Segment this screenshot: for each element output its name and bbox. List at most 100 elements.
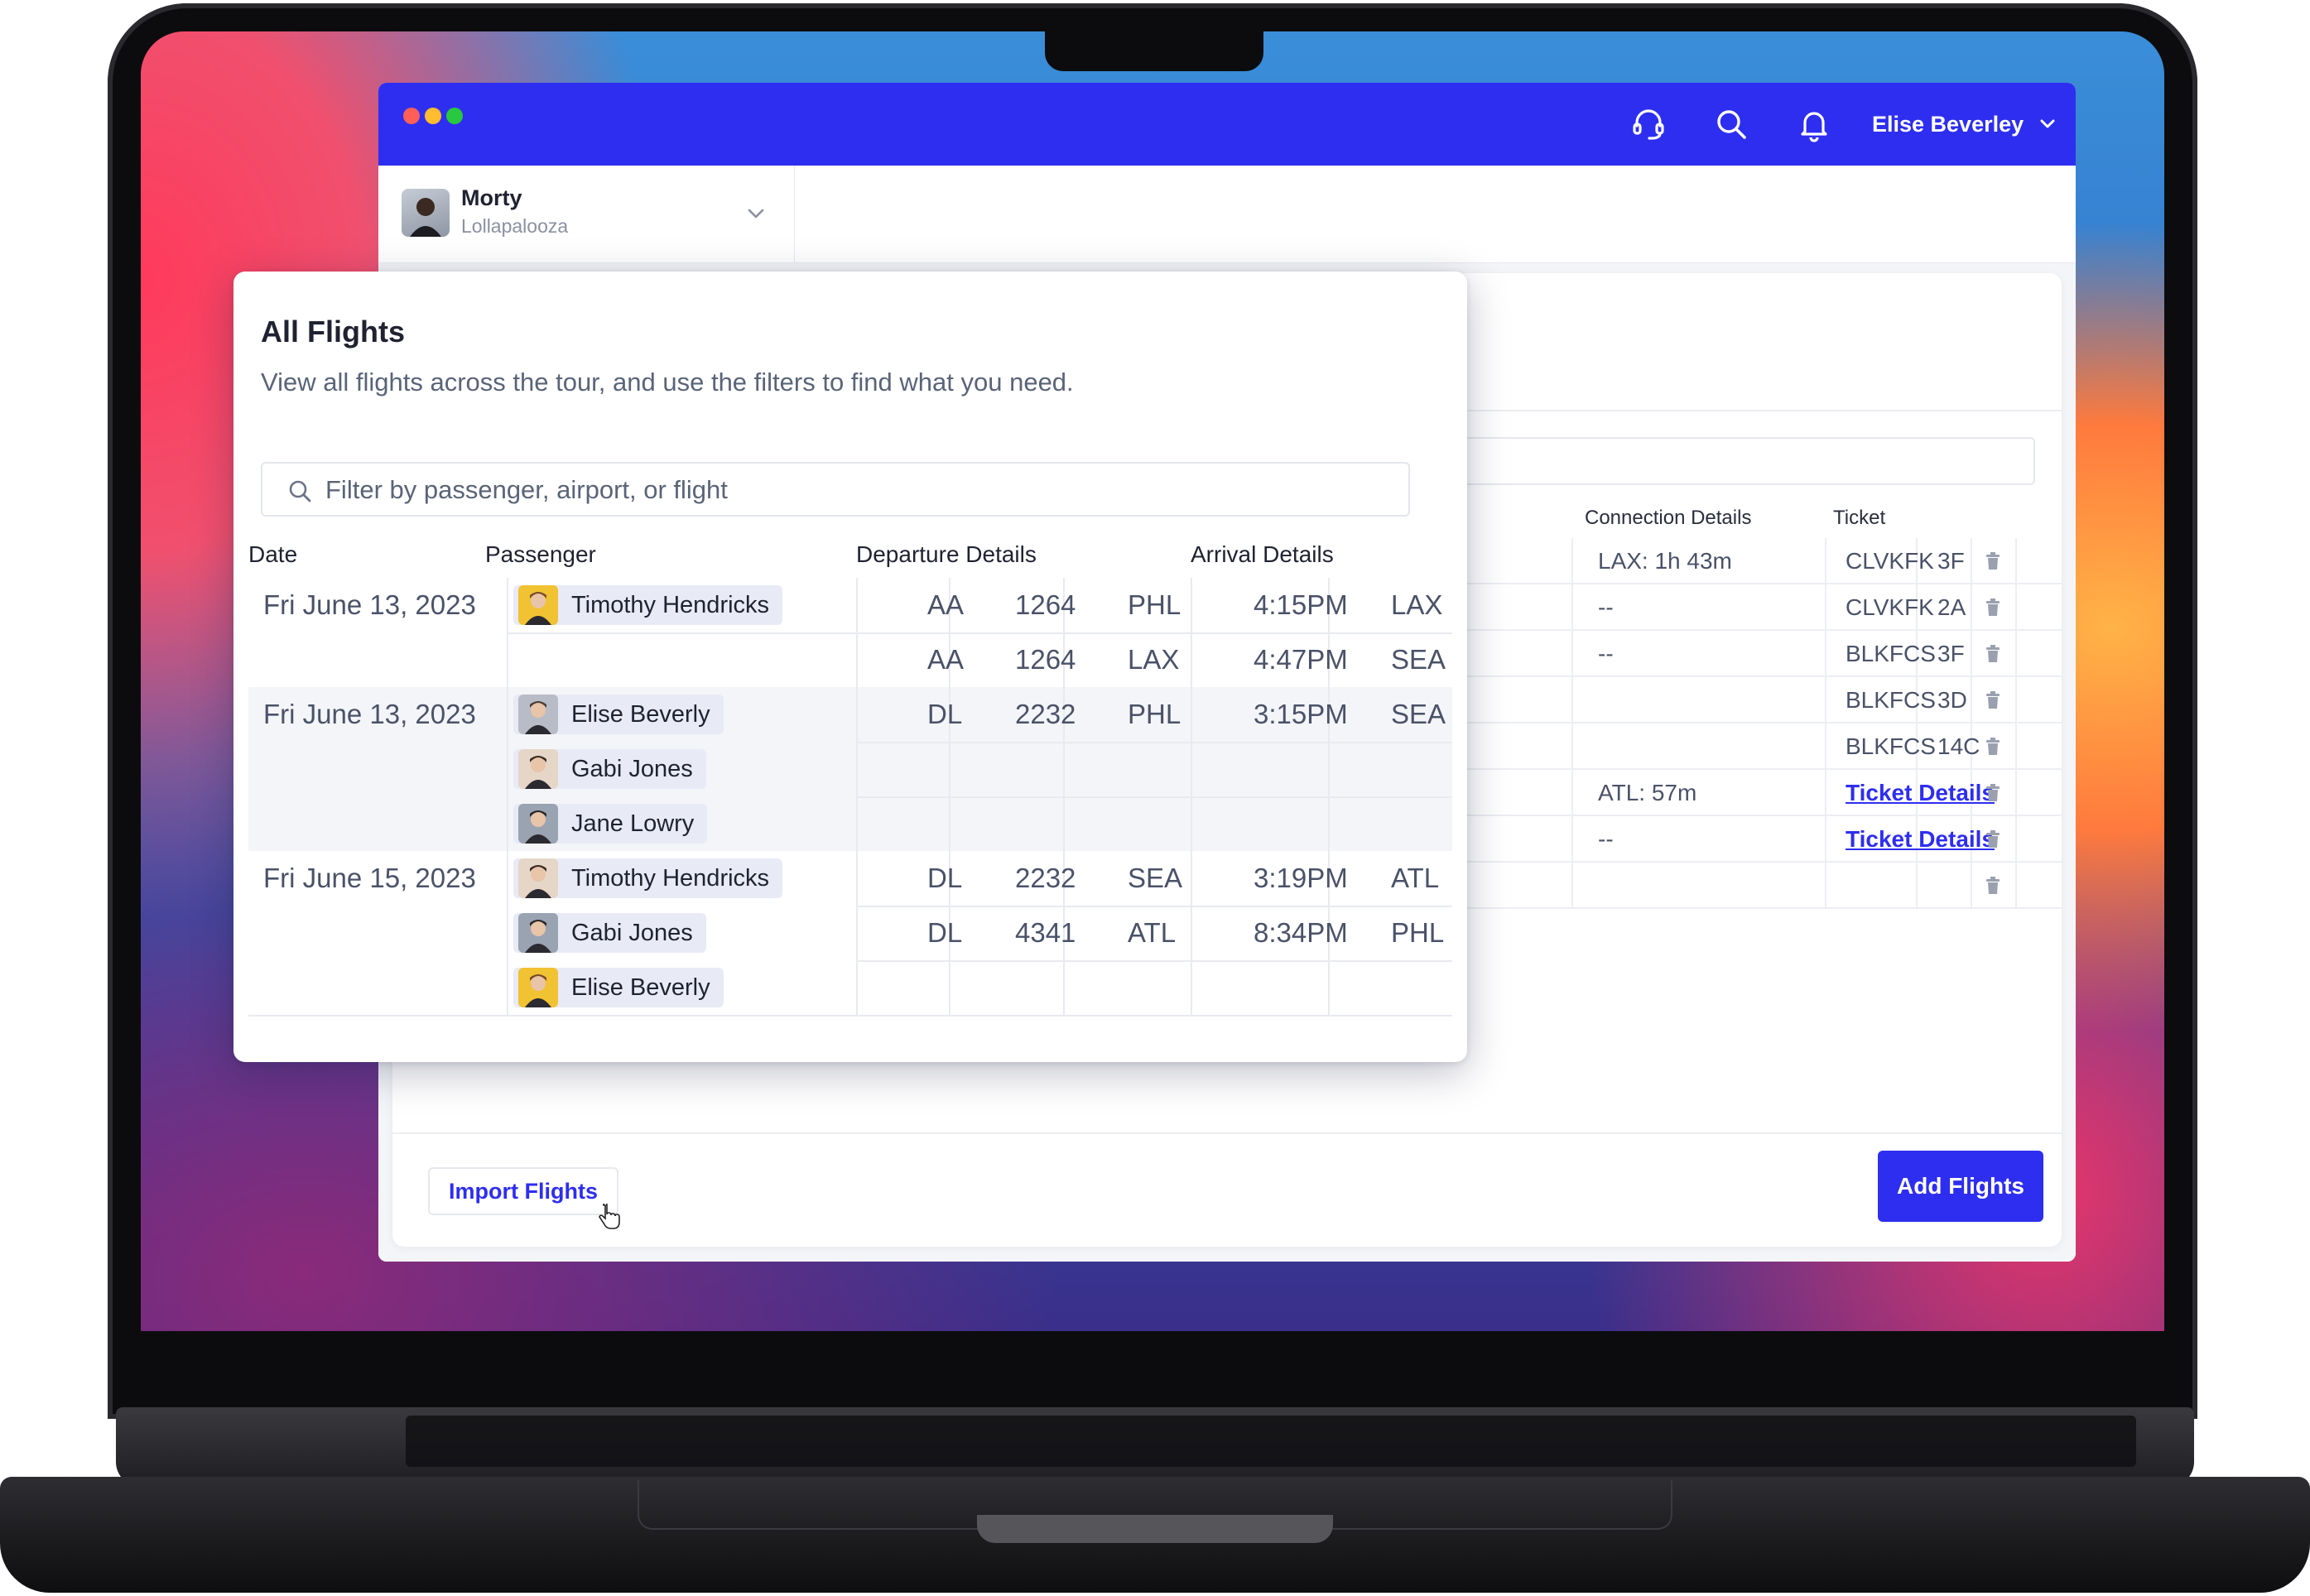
passenger-chip[interactable]: Gabi Jones	[513, 749, 706, 789]
tour-selector[interactable]: Morty Lollapalooza	[378, 166, 795, 263]
flight-number: 2232	[1015, 699, 1076, 729]
column-divider	[1825, 863, 1826, 909]
column-divider	[1191, 578, 1192, 687]
departure-airport: LAX	[1128, 644, 1180, 675]
arrival-time: 4:47PM	[1254, 644, 1348, 675]
column-divider	[1191, 687, 1192, 851]
column-divider	[1571, 863, 1573, 909]
support-headset-icon[interactable]	[1629, 104, 1668, 144]
passenger-chip[interactable]: Elise Beverly	[513, 695, 724, 734]
seat-number: 3F	[1937, 548, 1965, 574]
arrival-airport: SEA	[1391, 644, 1446, 675]
column-divider	[2015, 816, 2017, 863]
column-divider	[1571, 631, 1573, 677]
airline-code: DL	[927, 917, 963, 948]
passenger-name: Timothy Hendricks	[571, 591, 770, 618]
window-minimize-button[interactable]	[425, 108, 441, 124]
seat-number: 3F	[1937, 641, 1965, 666]
tour-bar: Morty Lollapalooza	[378, 166, 2076, 263]
column-header-passenger: Passenger	[485, 541, 596, 567]
trash-icon[interactable]	[1984, 783, 2002, 803]
column-divider	[1571, 538, 1573, 584]
column-divider	[1971, 677, 1972, 723]
column-divider	[856, 687, 858, 851]
trash-icon[interactable]	[1984, 551, 2002, 571]
window-close-button[interactable]	[403, 108, 420, 124]
trash-icon[interactable]	[1984, 737, 2002, 757]
connection-details: --	[1598, 594, 1614, 620]
avatar	[518, 695, 558, 734]
column-divider	[2015, 584, 2017, 631]
column-divider	[1971, 538, 1972, 584]
seat-number: 14C	[1937, 733, 1980, 759]
passenger-chip[interactable]: Timothy Hendricks	[513, 585, 783, 625]
trash-icon[interactable]	[1984, 598, 2002, 618]
connection-details: --	[1598, 826, 1614, 852]
arrival-time: 3:15PM	[1254, 699, 1348, 729]
avatar	[518, 858, 558, 898]
row-divider	[856, 960, 1452, 962]
column-divider	[1825, 723, 1826, 770]
airline-code: DL	[927, 699, 963, 729]
passenger-chip[interactable]: Jane Lowry	[513, 804, 708, 844]
notification-bell-icon[interactable]	[1794, 104, 1834, 144]
column-divider	[2015, 770, 2017, 816]
chevron-down-icon	[748, 209, 764, 219]
all-flights-table: Date Passenger Departure Details Arrival…	[248, 272, 1467, 1062]
column-divider	[1191, 851, 1192, 1015]
avatar	[518, 968, 558, 1007]
keyboard	[406, 1416, 2136, 1467]
column-divider	[1571, 770, 1573, 816]
passenger-chip[interactable]: Gabi Jones	[513, 913, 706, 953]
arrival-airport: ATL	[1391, 863, 1440, 893]
avatar	[518, 913, 558, 953]
departure-airport: PHL	[1128, 699, 1181, 729]
arrival-airport: LAX	[1391, 589, 1443, 620]
chevron-down-icon	[2040, 119, 2055, 128]
column-header-date: Date	[248, 541, 298, 567]
passenger-chip[interactable]: Elise Beverly	[513, 968, 724, 1007]
trash-icon[interactable]	[1984, 829, 2002, 849]
airline-code: AA	[927, 589, 965, 620]
column-divider	[1971, 863, 1972, 909]
column-header-ticket: Ticket	[1833, 507, 1886, 529]
column-divider	[856, 578, 858, 687]
camera-notch	[1045, 31, 1263, 71]
passenger-chip[interactable]: Timothy Hendricks	[513, 858, 783, 898]
trash-icon[interactable]	[1984, 690, 2002, 710]
add-flights-button[interactable]: Add Flights	[1878, 1151, 2043, 1222]
column-divider	[2015, 677, 2017, 723]
ticket-details-link[interactable]: Ticket Details	[1846, 816, 1995, 863]
search-icon[interactable]	[1711, 104, 1751, 144]
departure-airport: PHL	[1128, 589, 1181, 620]
row-divider	[856, 796, 1452, 798]
column-divider	[1571, 584, 1573, 631]
flight-number: 1264	[1015, 644, 1076, 675]
trash-icon[interactable]	[1984, 876, 2002, 896]
column-divider	[507, 687, 508, 851]
window-zoom-button[interactable]	[446, 108, 463, 124]
seat-number: 3D	[1937, 687, 1967, 713]
connection-details: ATL: 57m	[1598, 780, 1697, 805]
flight-number: 4341	[1015, 917, 1076, 948]
column-divider	[2015, 538, 2017, 584]
arrival-airport: SEA	[1391, 699, 1446, 729]
row-divider	[856, 742, 1452, 743]
column-header-connection: Connection Details	[1585, 507, 1752, 529]
laptop-base	[0, 1407, 2310, 1596]
passenger-name: Elise Beverly	[571, 700, 710, 728]
passenger-name: Elise Beverly	[571, 973, 710, 1001]
departure-airport: SEA	[1128, 863, 1183, 893]
all-flights-panel: All Flights View all flights across the …	[233, 272, 1467, 1062]
divider	[392, 1132, 2062, 1134]
arrival-time: 8:34PM	[1254, 917, 1348, 948]
import-flights-button[interactable]: Import Flights	[428, 1167, 618, 1215]
tour-subtitle: Lollapalooza	[461, 215, 569, 237]
seat-number: 2A	[1937, 594, 1966, 620]
user-menu[interactable]: Elise Beverley	[1872, 104, 2057, 144]
trash-icon[interactable]	[1984, 644, 2002, 664]
passenger-name: Jane Lowry	[571, 810, 695, 837]
column-divider	[1571, 723, 1573, 770]
ticket-details-link[interactable]: Ticket Details	[1846, 770, 1995, 816]
flight-date: Fri June 15, 2023	[263, 863, 476, 893]
